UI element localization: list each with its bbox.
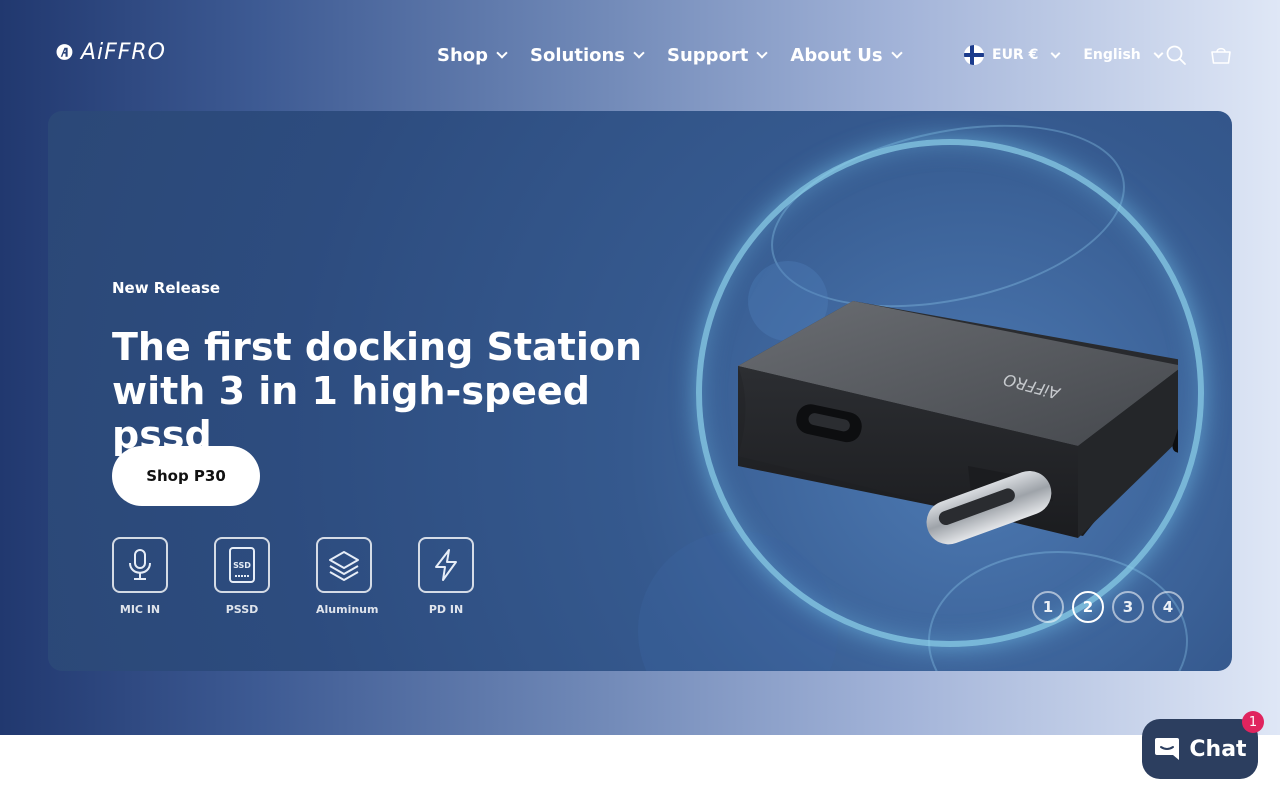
finland-flag-icon: [964, 45, 984, 65]
nav-item-label: Support: [667, 44, 749, 66]
chevron-down-icon: [633, 47, 645, 59]
chat-notification-badge: 1: [1242, 711, 1264, 733]
microphone-icon: [129, 549, 151, 580]
feature-icon-box: [316, 537, 372, 593]
nav-item-shop[interactable]: Shop: [437, 42, 508, 68]
site-header: AiFFRO Shop Solutions Support About Us E…: [0, 0, 1280, 110]
feature-item: SSD PSSD: [214, 537, 316, 616]
language-label: English: [1083, 47, 1141, 63]
nav-item-about-us[interactable]: About Us: [790, 42, 903, 68]
feature-icon-box: [418, 537, 474, 593]
ssd-icon-text: SSD: [233, 561, 251, 570]
search-icon: [1166, 45, 1186, 65]
logo-mark-icon: [56, 44, 73, 60]
feature-label: PD IN: [428, 603, 464, 616]
chat-label: Chat: [1189, 736, 1247, 762]
feature-label: PSSD: [225, 603, 259, 616]
slide-pagination: 1 2 3 4: [1032, 591, 1184, 623]
chevron-down-icon: [1153, 48, 1164, 58]
layers-icon: [329, 551, 359, 581]
feature-list: MIC IN SSD PSSD Aluminum PD IN: [112, 537, 520, 616]
chevron-down-icon: [496, 47, 508, 59]
currency-label: EUR €: [992, 47, 1039, 63]
header-utilities: EUR € English: [964, 44, 1164, 66]
cart-icon: [1211, 47, 1231, 64]
feature-icon-box: [112, 537, 168, 593]
slide-dot-3[interactable]: 3: [1112, 591, 1144, 623]
cart-button[interactable]: [1210, 44, 1232, 66]
logo[interactable]: AiFFRO: [56, 34, 166, 70]
logo-text: AiFFRO: [80, 39, 166, 65]
hero-eyebrow: New Release: [112, 279, 221, 297]
main-nav: Shop Solutions Support About Us: [437, 42, 903, 68]
chevron-down-icon: [890, 47, 903, 59]
feature-item: MIC IN: [112, 537, 214, 616]
language-selector[interactable]: English: [1083, 44, 1164, 66]
ssd-icon: SSD: [229, 547, 255, 583]
nav-item-support[interactable]: Support: [667, 42, 769, 68]
hero-banner: New Release The first docking Station wi…: [48, 111, 1232, 671]
chat-bubble-icon: [1155, 738, 1180, 760]
chevron-down-icon: [1050, 48, 1061, 58]
feature-item: PD IN: [418, 537, 520, 616]
nav-item-label: About Us: [790, 44, 883, 66]
slide-dot-4[interactable]: 4: [1152, 591, 1184, 623]
feature-item: Aluminum: [316, 537, 418, 616]
nav-item-label: Shop: [437, 44, 489, 66]
slide-dot-2[interactable]: 2: [1072, 591, 1104, 623]
feature-label: MIC IN: [119, 603, 161, 616]
nav-item-label: Solutions: [530, 44, 626, 66]
hero-headline: The first docking Station with 3 in 1 hi…: [112, 325, 643, 457]
currency-selector[interactable]: EUR €: [964, 44, 1061, 66]
feature-label: Aluminum: [316, 603, 379, 616]
shop-p30-button[interactable]: Shop P30: [112, 446, 260, 506]
product-image: AiFFRO: [738, 301, 1178, 545]
nav-item-solutions[interactable]: Solutions: [530, 42, 645, 68]
lightning-icon: [435, 549, 457, 581]
chevron-down-icon: [756, 47, 769, 59]
chat-button[interactable]: Chat: [1142, 719, 1258, 779]
slide-dot-1[interactable]: 1: [1032, 591, 1064, 623]
feature-icon-box: SSD: [214, 537, 270, 593]
search-button[interactable]: [1165, 44, 1187, 66]
